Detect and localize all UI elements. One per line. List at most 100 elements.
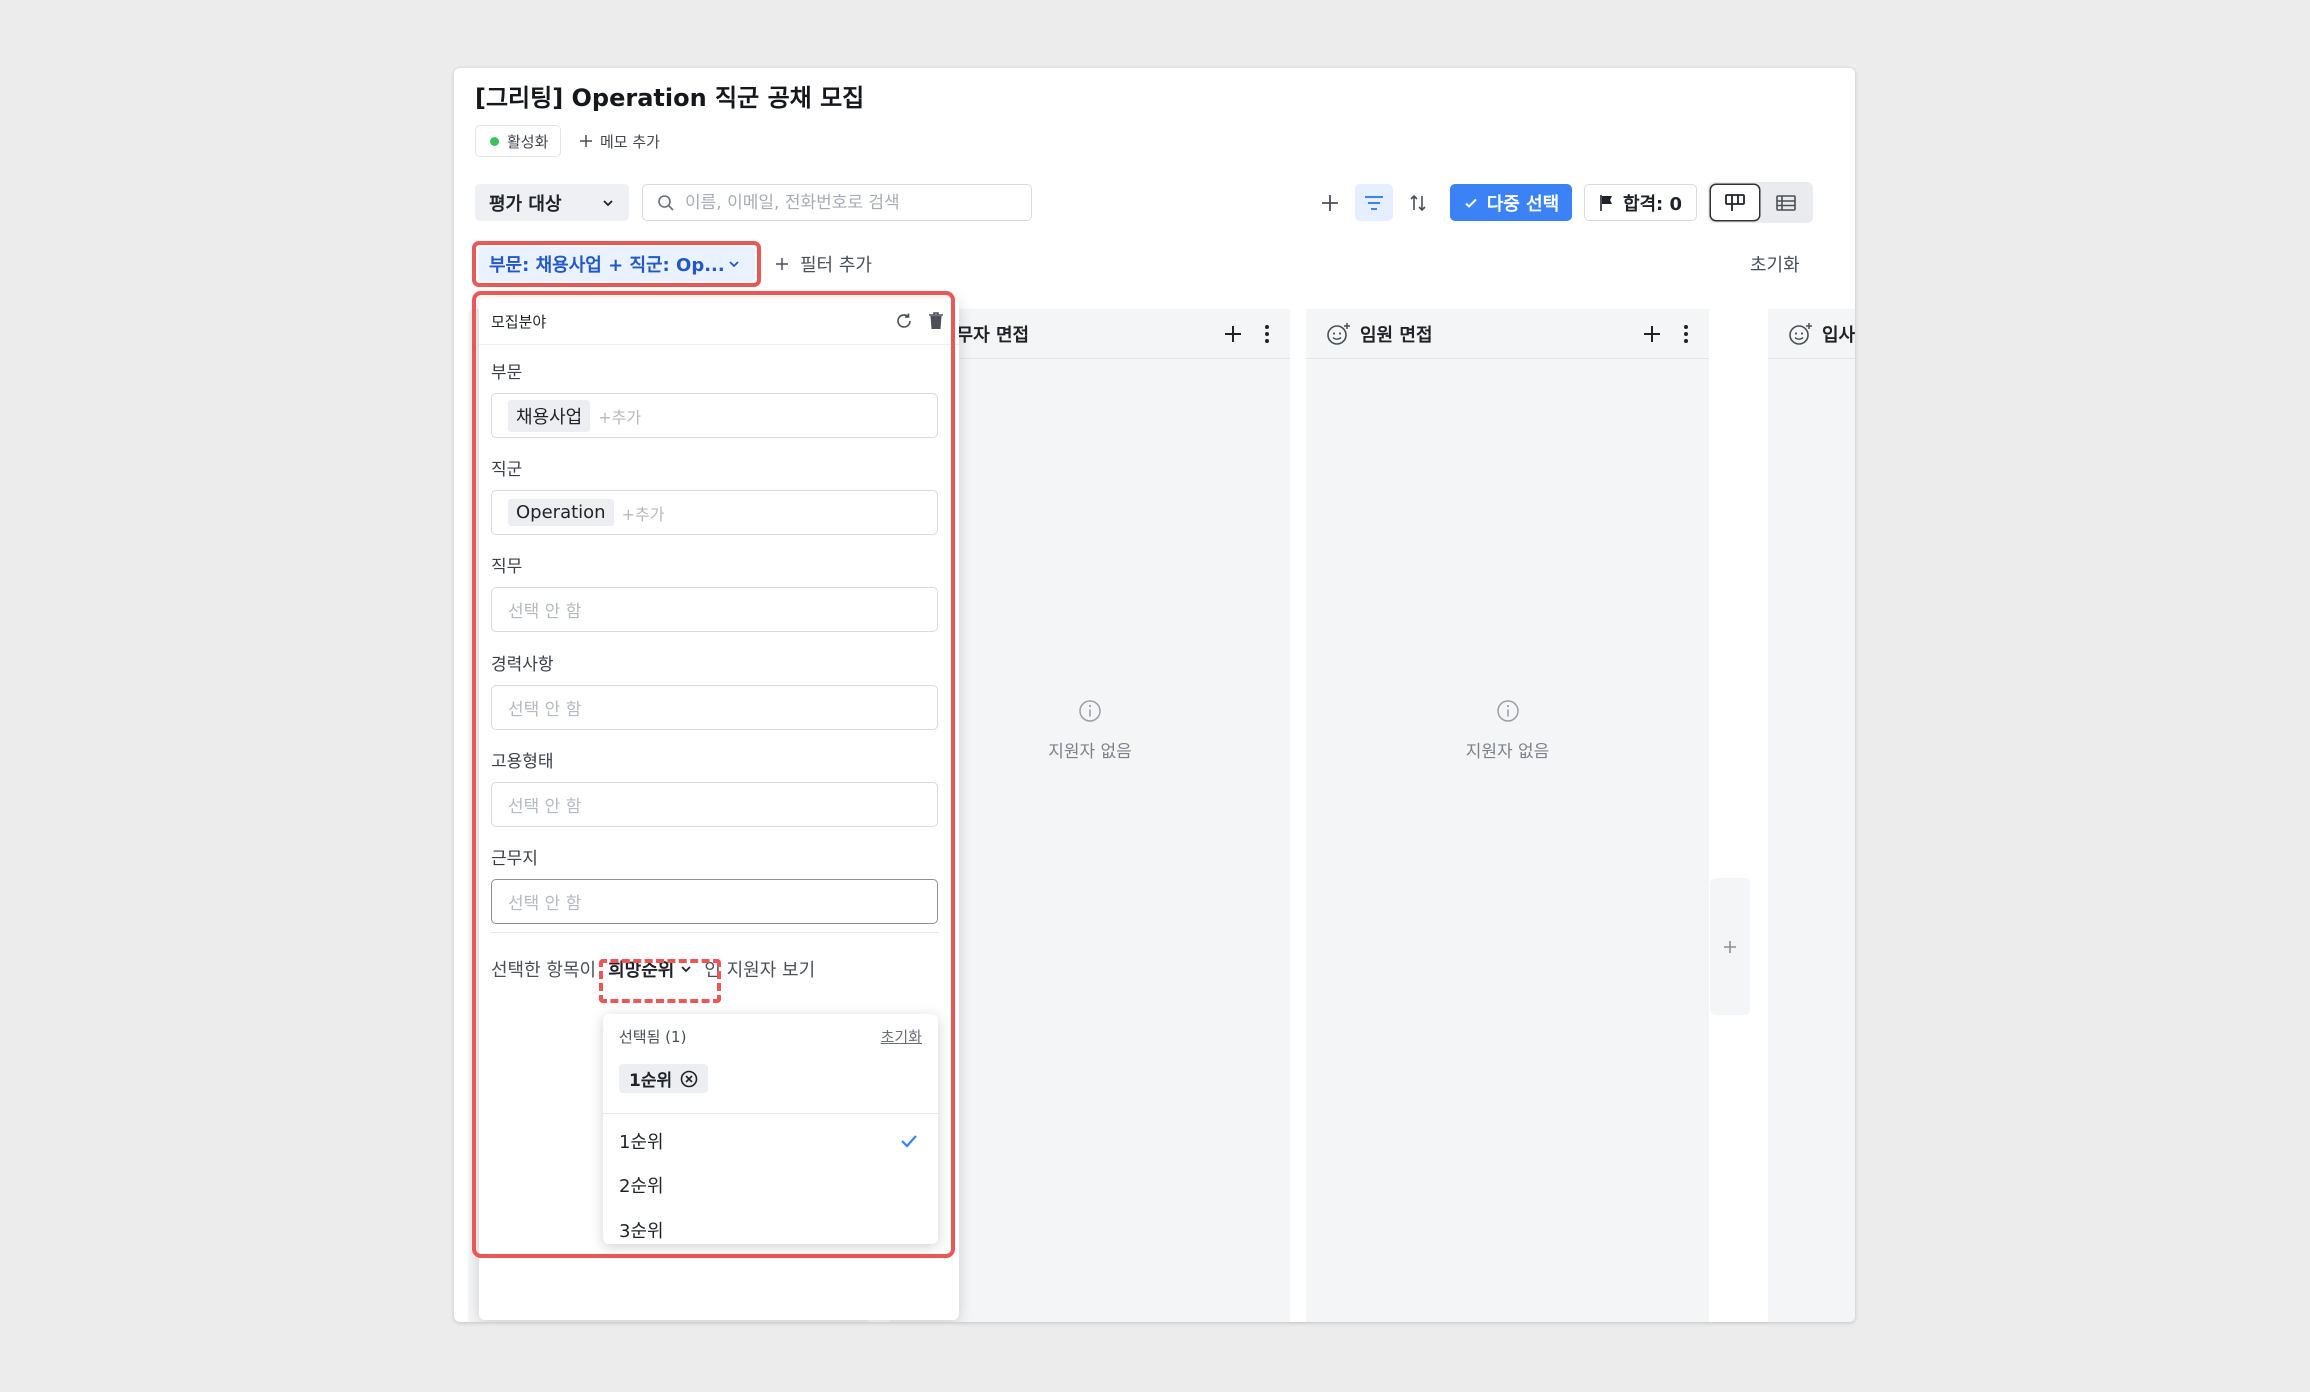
placeholder-text: 선택 안 함 [508,797,582,817]
division-input[interactable]: 채용사업 +추가 [491,393,938,438]
add-applicant-button[interactable] [1312,184,1348,221]
field-label: 직무 [491,557,523,577]
flag-icon [1600,194,1612,211]
field-label: 경력사항 [491,655,554,675]
more-vertical-icon[interactable] [1683,324,1689,344]
selected-rank-label: 1순위 [629,1071,673,1091]
search-icon [658,194,674,211]
active-filter-chip[interactable]: 부문: 채용사업 + 직군: Op... [478,247,755,281]
empty-state: 지원자 없음 [1306,699,1709,762]
search-box[interactable] [642,184,1032,221]
rank-option-label: 3순위 [619,1221,664,1242]
dropdown-header: 선택됨 (1) 초기화 [619,1026,922,1047]
placeholder-text: 선택 안 함 [508,700,582,720]
filter-button[interactable] [1355,184,1393,221]
job-role-input[interactable]: 선택 안 함 [491,587,938,632]
empty-state-text: 지원자 없음 [1048,742,1132,762]
smile-icon [1789,322,1812,345]
rank-option-2[interactable]: 2순위 [619,1167,918,1203]
selected-count: 선택됨 (1) [619,1028,687,1046]
job-role-field: 직무 선택 안 함 [491,552,938,632]
board-view-icon [1725,193,1745,211]
view-toggle [1708,182,1813,223]
remove-circle-icon[interactable] [680,1070,698,1088]
placeholder-text: 선택 안 함 [508,602,582,622]
rank-option-3[interactable]: 3순위 [619,1212,918,1248]
recruitment-board-window: [그리팅] Operation 직군 공채 모집 활성화 메모 추가 평가 대상… [454,68,1855,1322]
evaluation-target-label: 평가 대상 [489,193,562,215]
multi-select-button[interactable]: 다중 선택 [1450,184,1572,221]
empty-state-text: 지원자 없음 [1465,742,1550,762]
column-header: 입사 [1768,309,1855,359]
check-icon [1465,198,1477,208]
dropdown-reset-button[interactable]: 초기화 [881,1026,922,1047]
column-header: 임원 면접 [1306,309,1709,359]
rank-select-label: 희망순위 [608,960,675,981]
career-field: 경력사항 선택 안 함 [491,650,938,730]
board-view-button[interactable] [1711,185,1759,220]
job-group-field: 직군 Operation +추가 [491,455,938,535]
sort-icon [1410,194,1426,211]
search-input[interactable] [685,192,1005,213]
stage-column-executive: 임원 면접 지원자 없음 [1306,309,1709,1322]
more-vertical-icon[interactable] [1264,324,1270,344]
dropdown-divider [603,1113,938,1114]
chevron-down-icon [603,199,613,206]
field-label: 고용형태 [491,752,554,772]
selected-rank-chip: 1순위 [619,1064,709,1093]
column-title: 임원 면접 [1360,324,1433,346]
add-memo-label: 메모 추가 [600,132,660,151]
panel-divider [491,932,938,933]
plus-icon [1724,940,1736,953]
add-memo-button[interactable]: 메모 추가 [578,125,660,157]
plus-icon [1322,194,1338,211]
active-filter-label: 부문: 채용사업 + 직군: Op... [489,255,725,276]
employment-type-field: 고용형태 선택 안 함 [491,747,938,827]
pass-count-button[interactable]: 합격: 0 [1584,184,1697,221]
add-filter-label: 필터 추가 [800,255,872,276]
add-filter-button[interactable]: 필터 추가 [774,248,872,280]
trash-icon[interactable] [927,311,945,331]
table-view-button[interactable] [1762,185,1810,220]
add-stage-button[interactable] [1710,878,1750,1015]
status-dot [490,136,499,146]
sort-button[interactable] [1400,184,1436,221]
info-icon [1496,700,1519,722]
check-icon [901,1135,917,1148]
panel-title: 모집분야 [491,312,547,331]
rank-select[interactable]: 희망순위 [602,952,698,986]
rank-option-label: 2순위 [619,1176,664,1197]
smile-icon [1327,322,1350,345]
multi-select-label: 다중 선택 [1486,193,1560,215]
add-hint[interactable]: +추가 [622,501,665,525]
career-input[interactable]: 선택 안 함 [491,685,938,730]
employment-type-input[interactable]: 선택 안 함 [491,782,938,827]
plus-icon[interactable] [1224,325,1242,343]
status-label: 활성화 [507,132,549,151]
placeholder-text: 선택 안 함 [508,894,582,914]
column-title: 입사 [1822,324,1855,346]
column-title: 실무자 면접 [940,324,1030,346]
chevron-down-icon [681,966,691,973]
stage-column-hired: 입사 [1768,309,1855,1322]
pass-count-label: 합격: 0 [1622,193,1683,215]
applicant-condition-row: 선택한 항목이 희망순위 인 지원자 보기 [491,948,938,990]
panel-header: 모집분야 [479,298,959,345]
status-badge[interactable]: 활성화 [475,125,562,157]
table-view-icon [1776,194,1796,211]
work-location-input[interactable]: 선택 안 함 [491,879,938,924]
field-label: 직군 [491,460,523,480]
rank-option-1[interactable]: 1순위 [619,1123,918,1159]
condition-prefix: 선택한 항목이 [491,960,597,981]
evaluation-target-select[interactable]: 평가 대상 [475,184,629,221]
job-group-input[interactable]: Operation +추가 [491,490,938,535]
selected-tag[interactable]: 채용사업 [508,399,591,432]
refresh-icon[interactable] [895,312,913,330]
field-label: 근무지 [491,849,538,869]
plus-icon [580,135,592,147]
plus-icon[interactable] [1643,325,1661,343]
field-label: 부문 [491,363,523,383]
add-hint[interactable]: +추가 [598,404,641,428]
selected-tag[interactable]: Operation [508,499,614,526]
reset-filters-button[interactable]: 초기화 [1750,248,1800,280]
